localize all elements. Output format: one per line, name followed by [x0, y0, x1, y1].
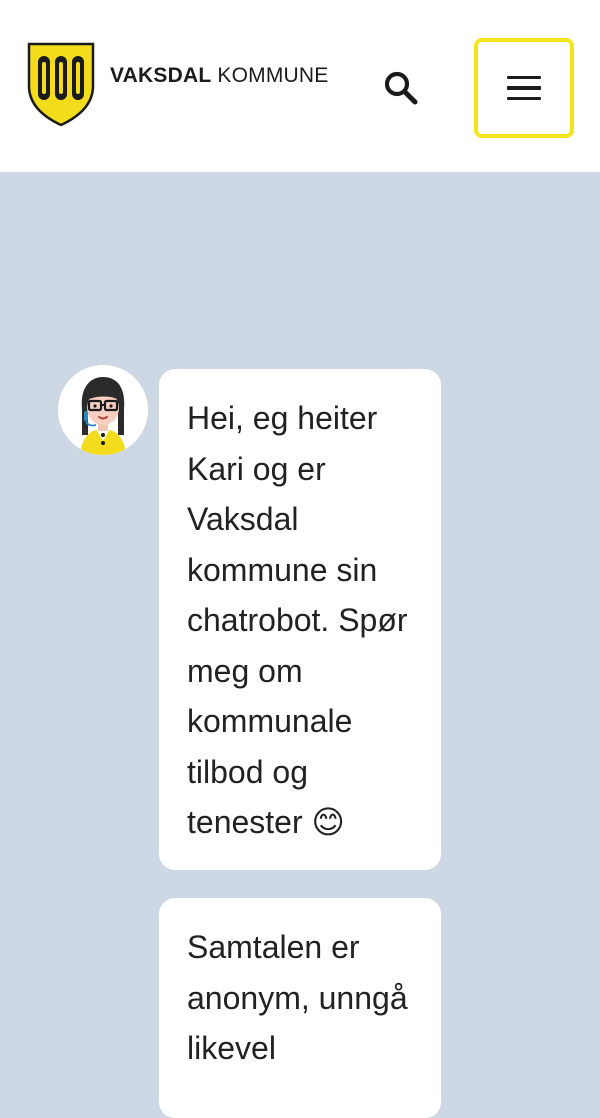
chatbot-avatar [58, 365, 148, 455]
chat-area: Hei, eg heiter Kari og er Vaksdal kommun… [0, 172, 600, 1118]
hamburger-menu-icon-line [507, 86, 541, 90]
brand-name: VAKSDAL KOMMUNE [110, 64, 328, 88]
chat-message-text: Samtalen er anonym, unngå likevel [187, 929, 408, 1066]
chat-message-bubble: Samtalen er anonym, unngå likevel [159, 898, 441, 1118]
hamburger-menu-icon-line [507, 75, 541, 80]
chatbot-kari-avatar-icon [58, 365, 148, 455]
search-button[interactable] [381, 68, 421, 108]
home-logo-link[interactable]: VAKSDAL KOMMUNE [26, 42, 328, 126]
search-icon [384, 71, 418, 105]
site-header: VAKSDAL KOMMUNE [0, 0, 600, 172]
chat-message-bubble: Hei, eg heiter Kari og er Vaksdal kommun… [159, 369, 441, 870]
chat-message-text: Hei, eg heiter Kari og er Vaksdal kommun… [187, 400, 408, 840]
hamburger-menu-icon-line [507, 96, 541, 101]
brand-name-regular: KOMMUNE [217, 64, 329, 87]
menu-button[interactable] [474, 38, 574, 138]
brand-name-bold: VAKSDAL [110, 64, 212, 87]
vaksdal-coat-of-arms-icon [27, 42, 95, 126]
